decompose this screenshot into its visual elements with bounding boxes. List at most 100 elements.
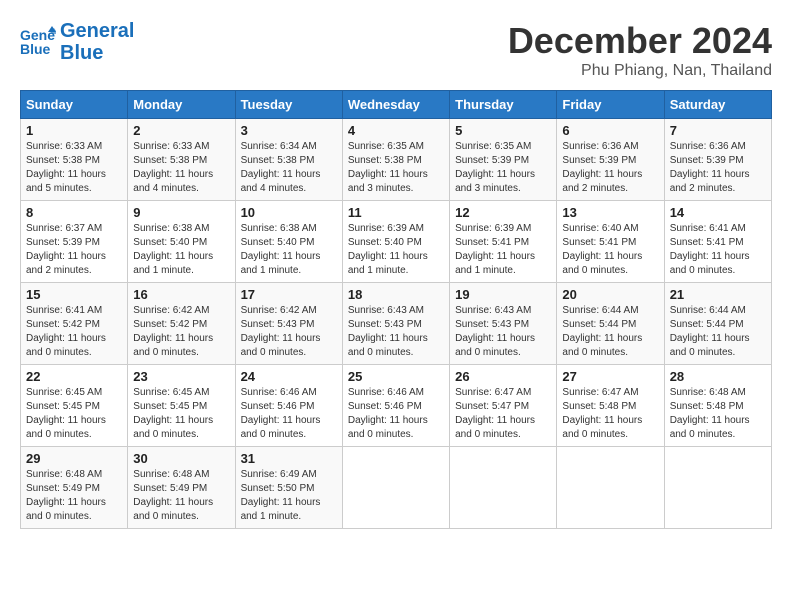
day-info: Sunrise: 6:43 AMSunset: 5:43 PMDaylight:… [455, 304, 551, 360]
day-number: 26 [455, 369, 551, 384]
day-info: Sunrise: 6:36 AMSunset: 5:39 PMDaylight:… [562, 140, 658, 196]
day-info: Sunrise: 6:39 AMSunset: 5:40 PMDaylight:… [348, 222, 444, 278]
calendar-body: 1 Sunrise: 6:33 AMSunset: 5:38 PMDaylight… [21, 119, 772, 529]
day-number: 22 [26, 369, 122, 384]
header-monday: Monday [128, 91, 235, 119]
calendar-cell: 21 Sunrise: 6:44 AMSunset: 5:44 PMDayligh… [664, 283, 771, 365]
calendar-header-row: SundayMondayTuesdayWednesdayThursdayFrid… [21, 91, 772, 119]
calendar-cell: 4 Sunrise: 6:35 AMSunset: 5:38 PMDaylight… [342, 119, 449, 201]
day-info: Sunrise: 6:36 AMSunset: 5:39 PMDaylight:… [670, 140, 766, 196]
day-number: 23 [133, 369, 229, 384]
day-number: 29 [26, 451, 122, 466]
calendar-cell: 3 Sunrise: 6:34 AMSunset: 5:38 PMDaylight… [235, 119, 342, 201]
calendar-cell: 28 Sunrise: 6:48 AMSunset: 5:48 PMDayligh… [664, 365, 771, 447]
page-header: General Blue General Blue December 2024 … [20, 20, 772, 80]
day-info: Sunrise: 6:42 AMSunset: 5:42 PMDaylight:… [133, 304, 229, 360]
day-number: 31 [241, 451, 337, 466]
day-info: Sunrise: 6:35 AMSunset: 5:38 PMDaylight:… [348, 140, 444, 196]
day-number: 28 [670, 369, 766, 384]
calendar-cell: 15 Sunrise: 6:41 AMSunset: 5:42 PMDayligh… [21, 283, 128, 365]
day-number: 30 [133, 451, 229, 466]
day-info: Sunrise: 6:46 AMSunset: 5:46 PMDaylight:… [348, 386, 444, 442]
calendar-cell: 26 Sunrise: 6:47 AMSunset: 5:47 PMDayligh… [450, 365, 557, 447]
day-info: Sunrise: 6:34 AMSunset: 5:38 PMDaylight:… [241, 140, 337, 196]
day-number: 8 [26, 205, 122, 220]
day-info: Sunrise: 6:35 AMSunset: 5:39 PMDaylight:… [455, 140, 551, 196]
calendar-week-3: 15 Sunrise: 6:41 AMSunset: 5:42 PMDayligh… [21, 283, 772, 365]
day-number: 21 [670, 287, 766, 302]
day-info: Sunrise: 6:39 AMSunset: 5:41 PMDaylight:… [455, 222, 551, 278]
calendar-cell: 24Sunrise: 6:46 AMSunset: 5:46 PMDayligh… [235, 365, 342, 447]
day-number: 15 [26, 287, 122, 302]
day-number: 25 [348, 369, 444, 384]
day-number: 6 [562, 123, 658, 138]
calendar-cell: 10 Sunrise: 6:38 AMSunset: 5:40 PMDayligh… [235, 201, 342, 283]
svg-text:Blue: Blue [20, 41, 51, 57]
calendar-cell: 1 Sunrise: 6:33 AMSunset: 5:38 PMDaylight… [21, 119, 128, 201]
day-info: Sunrise: 6:33 AMSunset: 5:38 PMDaylight:… [133, 140, 229, 196]
day-info: Sunrise: 6:47 AMSunset: 5:47 PMDaylight:… [455, 386, 551, 442]
calendar-cell: 27 Sunrise: 6:47 AMSunset: 5:48 PMDayligh… [557, 365, 664, 447]
day-info: Sunrise: 6:42 AMSunset: 5:43 PMDaylight:… [241, 304, 337, 360]
calendar-cell: 16 Sunrise: 6:42 AMSunset: 5:42 PMDayligh… [128, 283, 235, 365]
day-number: 27 [562, 369, 658, 384]
day-number: 20 [562, 287, 658, 302]
day-number: 7 [670, 123, 766, 138]
day-number: 3 [241, 123, 337, 138]
day-number: 11 [348, 205, 444, 220]
day-number: 9 [133, 205, 229, 220]
day-info: Sunrise: 6:44 AMSunset: 5:44 PMDaylight:… [562, 304, 658, 360]
day-number: 1 [26, 123, 122, 138]
logo-icon: General Blue [20, 24, 56, 60]
calendar-week-2: 8 Sunrise: 6:37 AMSunset: 5:39 PMDaylight… [21, 201, 772, 283]
header-friday: Friday [557, 91, 664, 119]
calendar-cell: 11 Sunrise: 6:39 AMSunset: 5:40 PMDayligh… [342, 201, 449, 283]
title-block: December 2024 Phu Phiang, Nan, Thailand [508, 20, 772, 80]
calendar-cell: 20 Sunrise: 6:44 AMSunset: 5:44 PMDayligh… [557, 283, 664, 365]
calendar-cell: 8 Sunrise: 6:37 AMSunset: 5:39 PMDaylight… [21, 201, 128, 283]
calendar-week-1: 1 Sunrise: 6:33 AMSunset: 5:38 PMDaylight… [21, 119, 772, 201]
calendar-cell: 13Sunrise: 6:40 AMSunset: 5:41 PMDayligh… [557, 201, 664, 283]
day-info: Sunrise: 6:33 AMSunset: 5:38 PMDaylight:… [26, 140, 122, 196]
day-info: Sunrise: 6:41 AMSunset: 5:42 PMDaylight:… [26, 304, 122, 360]
calendar-cell: 2Sunrise: 6:33 AMSunset: 5:38 PMDaylight… [128, 119, 235, 201]
day-info: Sunrise: 6:48 AMSunset: 5:48 PMDaylight:… [670, 386, 766, 442]
day-info: Sunrise: 6:47 AMSunset: 5:48 PMDaylight:… [562, 386, 658, 442]
calendar-week-4: 22 Sunrise: 6:45 AMSunset: 5:45 PMDayligh… [21, 365, 772, 447]
day-number: 10 [241, 205, 337, 220]
header-saturday: Saturday [664, 91, 771, 119]
logo-text2: Blue [60, 42, 134, 64]
calendar-cell: 18Sunrise: 6:43 AMSunset: 5:43 PMDayligh… [342, 283, 449, 365]
day-info: Sunrise: 6:41 AMSunset: 5:41 PMDaylight:… [670, 222, 766, 278]
day-info: Sunrise: 6:38 AMSunset: 5:40 PMDaylight:… [241, 222, 337, 278]
calendar-cell: 22 Sunrise: 6:45 AMSunset: 5:45 PMDayligh… [21, 365, 128, 447]
calendar-cell: 7 Sunrise: 6:36 AMSunset: 5:39 PMDaylight… [664, 119, 771, 201]
header-thursday: Thursday [450, 91, 557, 119]
calendar-cell: 23 Sunrise: 6:45 AMSunset: 5:45 PMDayligh… [128, 365, 235, 447]
day-number: 18 [348, 287, 444, 302]
calendar-cell: 29 Sunrise: 6:48 AMSunset: 5:49 PMDayligh… [21, 447, 128, 529]
calendar-cell: 30Sunrise: 6:48 AMSunset: 5:49 PMDayligh… [128, 447, 235, 529]
logo-text: General [60, 20, 134, 42]
logo: General Blue General Blue [20, 20, 134, 64]
day-info: Sunrise: 6:45 AMSunset: 5:45 PMDaylight:… [133, 386, 229, 442]
day-number: 16 [133, 287, 229, 302]
calendar-cell: 17Sunrise: 6:42 AMSunset: 5:43 PMDayligh… [235, 283, 342, 365]
day-info: Sunrise: 6:37 AMSunset: 5:39 PMDaylight:… [26, 222, 122, 278]
day-info: Sunrise: 6:45 AMSunset: 5:45 PMDaylight:… [26, 386, 122, 442]
day-number: 14 [670, 205, 766, 220]
header-sunday: Sunday [21, 91, 128, 119]
header-wednesday: Wednesday [342, 91, 449, 119]
day-number: 12 [455, 205, 551, 220]
month-title: December 2024 [508, 20, 772, 62]
day-info: Sunrise: 6:40 AMSunset: 5:41 PMDaylight:… [562, 222, 658, 278]
day-number: 4 [348, 123, 444, 138]
calendar-cell: 14 Sunrise: 6:41 AMSunset: 5:41 PMDayligh… [664, 201, 771, 283]
day-info: Sunrise: 6:48 AMSunset: 5:49 PMDaylight:… [26, 468, 122, 524]
calendar-cell: 9Sunrise: 6:38 AMSunset: 5:40 PMDaylight… [128, 201, 235, 283]
day-number: 5 [455, 123, 551, 138]
day-info: Sunrise: 6:44 AMSunset: 5:44 PMDaylight:… [670, 304, 766, 360]
calendar-table: SundayMondayTuesdayWednesdayThursdayFrid… [20, 90, 772, 529]
location-title: Phu Phiang, Nan, Thailand [508, 62, 772, 80]
day-number: 19 [455, 287, 551, 302]
